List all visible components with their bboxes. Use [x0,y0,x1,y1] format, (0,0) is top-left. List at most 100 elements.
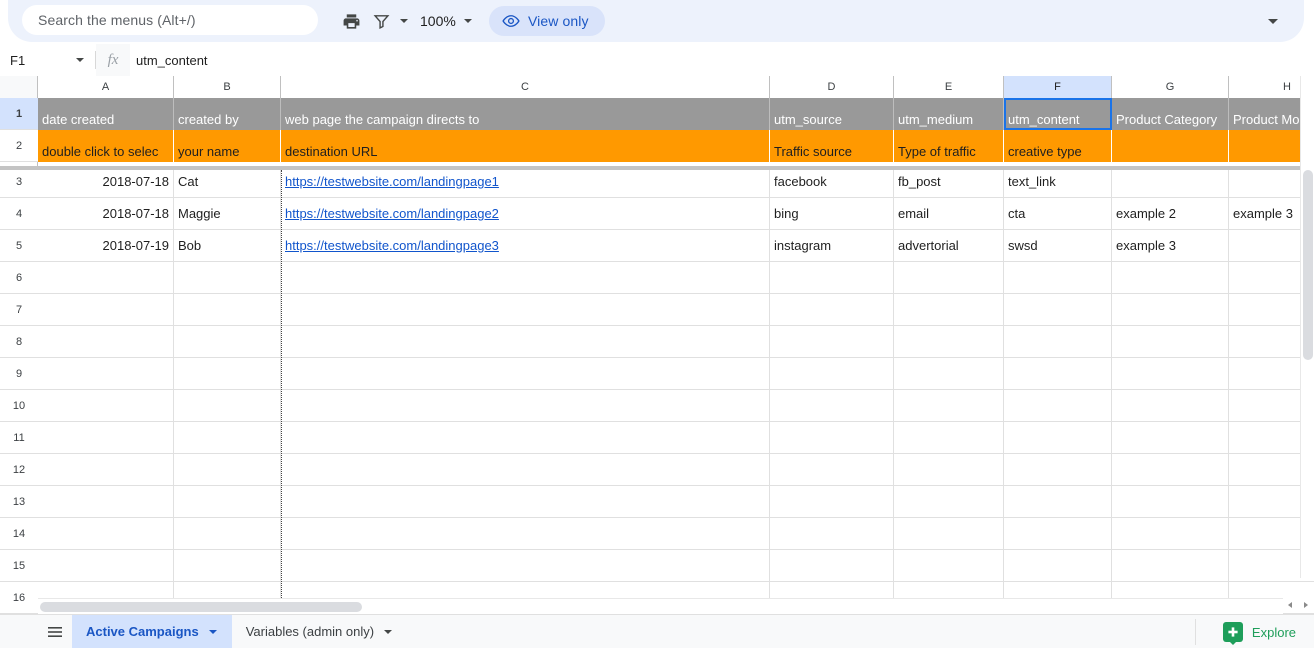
cell-B4[interactable]: Maggie [174,198,281,230]
cell-E14[interactable] [894,518,1004,550]
vertical-scrollbar[interactable] [1300,76,1314,578]
name-box[interactable]: F1 [0,44,95,76]
row-header-7[interactable]: 7 [0,294,38,326]
cell-D11[interactable] [770,422,894,454]
cell-G2[interactable] [1112,130,1229,162]
cell-G11[interactable] [1112,422,1229,454]
cell-E5[interactable]: advertorial [894,230,1004,262]
vertical-scrollbar-thumb[interactable] [1303,170,1313,360]
name-box-caret-icon[interactable] [75,55,85,65]
horizontal-scrollbar-thumb[interactable] [40,602,362,612]
cell-B12[interactable] [174,454,281,486]
cell-F7[interactable] [1004,294,1112,326]
cell-B8[interactable] [174,326,281,358]
cell-B9[interactable] [174,358,281,390]
cell-B13[interactable] [174,486,281,518]
cell-G12[interactable] [1112,454,1229,486]
cell-C7[interactable] [281,294,770,326]
cell-E1[interactable]: utm_medium [894,98,1004,130]
cell-B10[interactable] [174,390,281,422]
cell-E7[interactable] [894,294,1004,326]
cell-A14[interactable] [38,518,174,550]
sheet-tab-caret-icon[interactable] [208,627,218,637]
cell-G7[interactable] [1112,294,1229,326]
cell-A15[interactable] [38,550,174,582]
cell-C3[interactable]: https://testwebsite.com/landingpage1 [281,166,770,198]
row-header-2[interactable]: 2 [0,130,38,162]
cell-link[interactable]: https://testwebsite.com/landingpage1 [285,174,499,189]
zoom-level[interactable]: 100% [412,13,460,29]
cell-F11[interactable] [1004,422,1112,454]
cell-G9[interactable] [1112,358,1229,390]
column-header-c[interactable]: C [281,76,770,98]
search-menus-input[interactable]: Search the menus (Alt+/) [22,5,318,35]
cell-A6[interactable] [38,262,174,294]
cell-G6[interactable] [1112,262,1229,294]
cell-A5[interactable]: 2018-07-19 [38,230,174,262]
cell-F10[interactable] [1004,390,1112,422]
cell-G8[interactable] [1112,326,1229,358]
cell-C14[interactable] [281,518,770,550]
formula-input[interactable]: utm_content [130,53,208,68]
cell-G14[interactable] [1112,518,1229,550]
cell-F15[interactable] [1004,550,1112,582]
cell-C12[interactable] [281,454,770,486]
cell-C11[interactable] [281,422,770,454]
select-all-corner[interactable] [0,76,38,98]
zoom-dropdown-caret-icon[interactable] [460,6,476,36]
filter-dropdown-caret-icon[interactable] [396,6,412,36]
cell-E9[interactable] [894,358,1004,390]
cell-D14[interactable] [770,518,894,550]
row-header-3[interactable]: 3 [0,166,38,198]
row-header-5[interactable]: 5 [0,230,38,262]
cell-A11[interactable] [38,422,174,454]
cell-C2[interactable]: destination URL [281,130,770,162]
cell-A1[interactable]: date created [38,98,174,130]
scroll-left-arrow-icon[interactable] [1282,598,1298,612]
cell-F14[interactable] [1004,518,1112,550]
explore-button[interactable]: Explore [1223,615,1296,648]
column-header-b[interactable]: B [174,76,281,98]
row-header-16[interactable]: 16 [0,582,38,614]
cell-C13[interactable] [281,486,770,518]
cell-A13[interactable] [38,486,174,518]
cell-A10[interactable] [38,390,174,422]
row-header-13[interactable]: 13 [0,486,38,518]
cell-F4[interactable]: cta [1004,198,1112,230]
cell-F6[interactable] [1004,262,1112,294]
frozen-columns-divider[interactable] [281,170,283,614]
cell-E3[interactable]: fb_post [894,166,1004,198]
cell-B1[interactable]: created by [174,98,281,130]
cell-C6[interactable] [281,262,770,294]
cell-E11[interactable] [894,422,1004,454]
cell-F2[interactable]: creative type [1004,130,1112,162]
cell-link[interactable]: https://testwebsite.com/landingpage2 [285,206,499,221]
scroll-right-arrow-icon[interactable] [1298,598,1314,612]
cell-A2[interactable]: double click to selec [38,130,174,162]
cell-B15[interactable] [174,550,281,582]
cell-E4[interactable]: email [894,198,1004,230]
cell-G3[interactable] [1112,166,1229,198]
cell-F8[interactable] [1004,326,1112,358]
cell-E8[interactable] [894,326,1004,358]
cell-B6[interactable] [174,262,281,294]
cell-B3[interactable]: Cat [174,166,281,198]
row-header-15[interactable]: 15 [0,550,38,582]
cell-B5[interactable]: Bob [174,230,281,262]
cell-C15[interactable] [281,550,770,582]
cell-D1[interactable]: utm_source [770,98,894,130]
cell-D9[interactable] [770,358,894,390]
row-header-6[interactable]: 6 [0,262,38,294]
cell-A8[interactable] [38,326,174,358]
cell-D5[interactable]: instagram [770,230,894,262]
row-header-14[interactable]: 14 [0,518,38,550]
cell-D7[interactable] [770,294,894,326]
cell-B14[interactable] [174,518,281,550]
cell-C1[interactable]: web page the campaign directs to [281,98,770,130]
cell-F12[interactable] [1004,454,1112,486]
row-header-4[interactable]: 4 [0,198,38,230]
row-header-9[interactable]: 9 [0,358,38,390]
hamburger-icon[interactable] [38,615,72,648]
cell-C5[interactable]: https://testwebsite.com/landingpage3 [281,230,770,262]
cell-E13[interactable] [894,486,1004,518]
